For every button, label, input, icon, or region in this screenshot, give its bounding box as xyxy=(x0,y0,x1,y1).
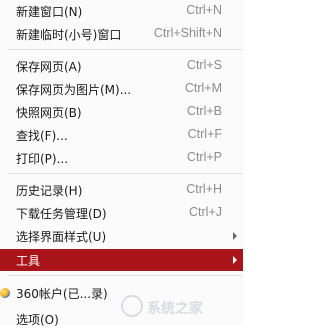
menu-item-snapshot-page[interactable]: 快照网页(B) Ctrl+B xyxy=(0,101,243,123)
watermark: 系统之家 xyxy=(121,293,241,323)
watermark-text: 系统之家 xyxy=(147,300,203,316)
menu-item-shortcut: Ctrl+J xyxy=(189,205,222,219)
menu-item-shortcut: Ctrl+S xyxy=(186,58,222,72)
menu-item-label: 保存网页(A) xyxy=(16,60,82,74)
menu-item-tools[interactable]: 工具 xyxy=(0,249,243,271)
menu-item-history[interactable]: 历史记录(H) Ctrl+H xyxy=(0,179,243,201)
menu-item-shortcut: Ctrl+H xyxy=(186,182,222,196)
menu-item-save-page[interactable]: 保存网页(A) Ctrl+S xyxy=(0,55,243,77)
menu-item-new-private-window[interactable]: 新建临时(小号)窗口 Ctrl+Shift+N xyxy=(0,23,243,45)
menu-item-interface-style[interactable]: 选择界面样式(U) xyxy=(0,225,243,247)
menu-item-label: 打印(P)... xyxy=(16,152,69,166)
watermark-logo-icon xyxy=(121,295,143,317)
menu-item-print[interactable]: 打印(P)... Ctrl+P xyxy=(0,147,243,169)
menu-item-find[interactable]: 查找(F)... Ctrl+F xyxy=(0,124,243,146)
menu-item-shortcut: Ctrl+Shift+N xyxy=(153,26,222,40)
menu-item-label: 选项(O) xyxy=(16,313,59,327)
menu-item-label: 快照网页(B) xyxy=(16,106,82,120)
menu-item-label: 新建窗口(N) xyxy=(16,5,83,19)
menu-item-label: 360帐户(已...录) xyxy=(16,287,108,301)
menu-separator xyxy=(8,173,243,174)
menu-item-shortcut: Ctrl+P xyxy=(186,150,222,164)
menu-item-save-as-image[interactable]: 保存网页为图片(M)... Ctrl+M xyxy=(0,78,243,100)
menu-item-label: 下载任务管理(D) xyxy=(16,207,107,221)
menu-item-shortcut: Ctrl+B xyxy=(186,104,222,118)
browser-context-menu: 新建窗口(N) Ctrl+N 新建临时(小号)窗口 Ctrl+Shift+N 保… xyxy=(0,0,243,327)
menu-item-label: 新建临时(小号)窗口 xyxy=(16,28,122,42)
menu-item-label: 工具 xyxy=(16,254,41,268)
menu-item-label: 保存网页为图片(M)... xyxy=(16,83,132,97)
submenu-arrow-icon xyxy=(233,232,237,240)
menu-item-shortcut: Ctrl+F xyxy=(187,127,222,141)
menu-item-download-manager[interactable]: 下载任务管理(D) Ctrl+J xyxy=(0,202,243,224)
menu-item-shortcut: Ctrl+N xyxy=(186,3,222,17)
menu-item-label: 查找(F)... xyxy=(16,129,68,143)
menu-item-shortcut: Ctrl+M xyxy=(184,81,222,95)
menu-item-label: 历史记录(H) xyxy=(16,184,83,198)
menu-separator xyxy=(8,275,243,276)
submenu-arrow-icon xyxy=(233,256,237,264)
360-account-icon xyxy=(0,288,10,298)
menu-item-new-window[interactable]: 新建窗口(N) Ctrl+N xyxy=(0,0,243,22)
menu-separator xyxy=(8,49,243,50)
menu-item-label: 选择界面样式(U) xyxy=(16,230,107,244)
